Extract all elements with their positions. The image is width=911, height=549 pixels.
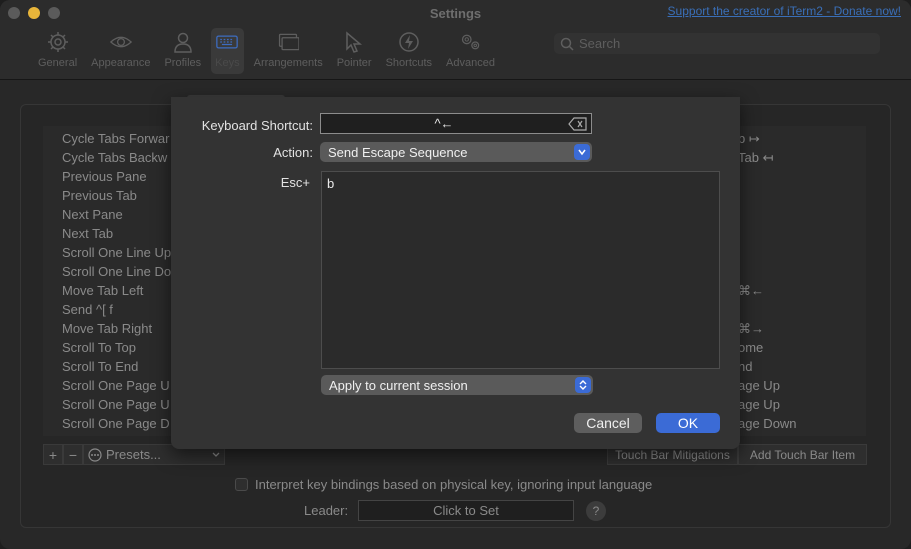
- tab-label: Advanced: [446, 57, 495, 69]
- interpret-keys-label: Interpret key bindings based on physical…: [255, 477, 653, 492]
- action-value: Send Escape Sequence: [328, 144, 468, 160]
- tab-general[interactable]: General: [34, 28, 81, 74]
- chevron-down-icon: [212, 452, 220, 457]
- leader-label: Leader:: [304, 503, 349, 518]
- key-binding-shortcut: nd: [738, 359, 753, 374]
- key-binding-shortcut: age Up: [738, 378, 780, 393]
- gears-icon: [460, 31, 482, 53]
- leader-set-button[interactable]: Click to Set: [358, 500, 574, 521]
- settings-tabs: General Appearance Profiles Keys Arrange…: [34, 28, 505, 74]
- pointer-icon: [343, 31, 365, 53]
- tab-keys[interactable]: Keys: [211, 28, 244, 74]
- tab-label: Arrangements: [253, 57, 323, 69]
- tab-label: Appearance: [91, 57, 151, 69]
- key-binding-action[interactable]: Scroll One Page D: [62, 416, 170, 435]
- eye-icon: [109, 31, 132, 53]
- keyboard-shortcut-field[interactable]: ^←: [320, 113, 592, 134]
- tab-label: Shortcuts: [385, 57, 433, 69]
- key-binding-action[interactable]: Previous Tab: [62, 188, 137, 207]
- ok-button[interactable]: OK: [656, 413, 720, 433]
- person-icon: [172, 31, 194, 53]
- escape-sequence-textarea[interactable]: b: [321, 171, 720, 369]
- tab-label: Profiles: [164, 57, 202, 69]
- gear-icon: [47, 31, 69, 53]
- key-binding-action[interactable]: Scroll One Line Do: [62, 264, 171, 283]
- bolt-icon: [398, 31, 420, 53]
- key-binding-shortcut: ⌘→: [738, 321, 764, 336]
- tab-appearance[interactable]: Appearance: [87, 28, 154, 74]
- interpret-keys-option[interactable]: Interpret key bindings based on physical…: [235, 477, 652, 492]
- key-binding-shortcut: ome: [738, 340, 764, 355]
- search-field[interactable]: Search: [554, 33, 880, 54]
- keyboard-icon: [216, 31, 239, 53]
- ellipsis-circle-icon: [88, 447, 102, 462]
- key-binding-action[interactable]: Previous Pane: [62, 169, 147, 188]
- key-binding-action[interactable]: Scroll One Line Up: [62, 245, 171, 264]
- windows-icon: [277, 31, 300, 53]
- key-binding-action[interactable]: Send ^[ f: [62, 302, 113, 321]
- help-button[interactable]: ?: [586, 501, 606, 521]
- cancel-button[interactable]: Cancel: [574, 413, 642, 433]
- key-binding-action[interactable]: Move Tab Right: [62, 321, 152, 340]
- esc-label: Esc+: [280, 175, 310, 190]
- interpret-keys-checkbox[interactable]: [235, 478, 248, 491]
- tab-arrangements[interactable]: Arrangements: [250, 28, 327, 74]
- action-label: Action:: [273, 145, 313, 160]
- key-binding-action[interactable]: Move Tab Left: [62, 283, 143, 302]
- chevron-down-icon: [574, 144, 590, 160]
- tab-advanced[interactable]: Advanced: [442, 28, 499, 74]
- key-binding-shortcut: b ↦: [738, 131, 760, 146]
- settings-window: Settings Support the creator of iTerm2 -…: [0, 0, 911, 549]
- key-binding-action[interactable]: Cycle Tabs Forwar: [62, 131, 169, 150]
- remove-binding-button[interactable]: −: [63, 444, 83, 465]
- tab-shortcuts[interactable]: Shortcuts: [382, 28, 436, 74]
- key-binding-action[interactable]: Scroll One Page U: [62, 378, 170, 397]
- key-binding-action[interactable]: Scroll To Top: [62, 340, 136, 359]
- action-select[interactable]: Send Escape Sequence: [320, 142, 592, 162]
- key-binding-action[interactable]: Next Pane: [62, 207, 123, 226]
- key-binding-action[interactable]: Scroll To End: [62, 359, 138, 378]
- presets-label: Presets...: [106, 447, 161, 462]
- search-icon: [560, 37, 574, 51]
- key-binding-action[interactable]: Next Tab: [62, 226, 113, 245]
- search-placeholder: Search: [579, 36, 621, 51]
- key-binding-shortcut: Tab ↤: [738, 150, 774, 165]
- key-binding-action[interactable]: Scroll One Page U: [62, 397, 170, 416]
- donate-link[interactable]: Support the creator of iTerm2 - Donate n…: [668, 4, 901, 18]
- tab-label: General: [38, 57, 78, 69]
- toolbar: Settings Support the creator of iTerm2 -…: [0, 0, 911, 80]
- key-binding-action[interactable]: Cycle Tabs Backw: [62, 150, 167, 169]
- tab-label: Pointer: [336, 57, 372, 69]
- apply-scope-select[interactable]: Apply to current session: [321, 375, 593, 395]
- clear-shortcut-icon[interactable]: [568, 117, 588, 131]
- key-binding-shortcut: age Up: [738, 397, 780, 412]
- add-binding-button[interactable]: +: [43, 444, 63, 465]
- key-binding-shortcut: ⌘←: [738, 283, 764, 298]
- key-binding-shortcut: age Down: [738, 416, 797, 431]
- shortcut-value: ^←: [434, 116, 454, 131]
- apply-scope-value: Apply to current session: [329, 377, 468, 393]
- tab-profiles[interactable]: Profiles: [160, 28, 205, 74]
- tab-pointer[interactable]: Pointer: [333, 28, 376, 74]
- add-touch-bar-item-button[interactable]: Add Touch Bar Item: [738, 444, 867, 465]
- tab-label: Keys: [215, 57, 240, 69]
- chevron-updown-icon: [575, 377, 591, 393]
- keyboard-shortcut-label: Keyboard Shortcut:: [201, 118, 313, 133]
